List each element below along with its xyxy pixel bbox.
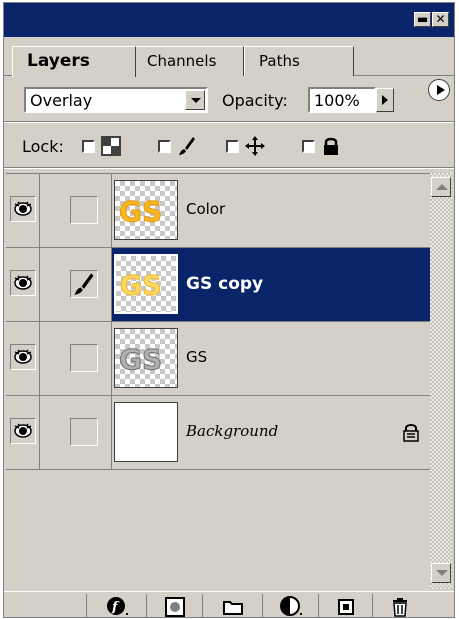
divider	[4, 121, 454, 123]
visibility-cell[interactable]	[6, 248, 40, 321]
divider	[4, 167, 454, 169]
new-set-button[interactable]	[202, 594, 262, 617]
palette-bottom-toolbar: f	[4, 591, 454, 617]
layer-row-background[interactable]: Background	[6, 396, 430, 470]
layer-thumbnail	[114, 402, 178, 462]
palette-tabs: Paths Channels Layers	[4, 37, 454, 101]
brush-lock-icon	[179, 137, 195, 155]
close-button[interactable]: ✕	[432, 12, 449, 27]
blend-mode-value: Overlay	[30, 91, 93, 110]
eye-icon	[14, 423, 32, 438]
new-layer-icon	[337, 599, 354, 615]
dropdown-arrow-button[interactable]	[185, 90, 205, 110]
opacity-slider-button[interactable]	[376, 88, 394, 112]
layer-thumbnail: GS	[114, 254, 178, 314]
blend-mode-select[interactable]: Overlay	[24, 87, 208, 113]
link-toggle[interactable]	[70, 196, 98, 224]
chevron-down-icon	[191, 98, 201, 103]
lock-brush-checkbox[interactable]	[158, 140, 171, 153]
brush-icon	[74, 273, 94, 295]
padlock-icon	[324, 137, 338, 155]
new-set-icon	[222, 601, 243, 615]
tab-layers[interactable]: Layers	[12, 46, 136, 77]
visibility-toggle[interactable]	[10, 344, 36, 370]
chevron-up-icon	[436, 184, 448, 190]
svg-text:GS: GS	[119, 343, 162, 376]
link-cell[interactable]	[40, 248, 112, 321]
move-lock-icon	[245, 136, 265, 156]
opacity-label: Opacity:	[222, 91, 288, 110]
visibility-cell[interactable]	[6, 396, 40, 469]
layer-row-color[interactable]: GS Color	[6, 174, 430, 248]
svg-text:GS: GS	[120, 271, 162, 302]
add-mask-button[interactable]	[146, 594, 202, 617]
svg-text:GS: GS	[119, 195, 162, 228]
eye-icon	[14, 275, 32, 290]
lock-options-row: Lock:	[4, 127, 454, 165]
link-toggle[interactable]	[70, 344, 98, 372]
tab-channels[interactable]: Channels	[132, 46, 244, 76]
light-gold-logo-icon: GS	[119, 270, 162, 302]
visibility-cell[interactable]	[6, 322, 40, 395]
add-layer-style-button[interactable]: f	[86, 594, 146, 617]
add-layer-style-icon: f	[106, 597, 128, 615]
transparency-lock-icon	[101, 136, 121, 156]
minimize-button[interactable]: ▬	[414, 12, 431, 27]
layer-name[interactable]: GS copy	[186, 274, 263, 294]
layer-name[interactable]: GS	[186, 348, 207, 366]
layers-list: GS Color GS GS copy GS GS Background	[6, 173, 430, 589]
tab-paths[interactable]: Paths	[244, 46, 354, 76]
new-adjustment-layer-icon	[279, 596, 302, 616]
visibility-toggle[interactable]	[10, 418, 36, 444]
layer-thumbnail: GS	[114, 328, 178, 388]
opacity-value: 100%	[314, 91, 360, 110]
delete-layer-button[interactable]	[372, 594, 426, 617]
blend-options-row: Overlay Opacity: 100%	[4, 81, 454, 119]
lock-all-checkbox[interactable]	[302, 140, 315, 153]
layer-name[interactable]: Background	[186, 422, 278, 440]
lock-label: Lock:	[22, 137, 64, 156]
link-cell[interactable]	[40, 396, 112, 469]
lock-transparency-checkbox[interactable]	[82, 140, 95, 153]
padlock-icon	[403, 424, 419, 442]
opacity-input[interactable]: 100%	[308, 87, 376, 113]
layer-row-gs-copy[interactable]: GS GS copy	[6, 248, 430, 322]
chevron-down-icon	[436, 570, 448, 576]
visibility-toggle[interactable]	[10, 196, 36, 222]
new-adjustment-layer-button[interactable]	[262, 594, 318, 617]
link-cell[interactable]	[40, 174, 112, 247]
layer-thumbnail: GS	[114, 180, 178, 240]
trash-icon	[392, 598, 407, 617]
eye-icon	[14, 349, 32, 364]
visibility-toggle[interactable]	[10, 270, 36, 296]
link-cell[interactable]	[40, 322, 112, 395]
link-toggle[interactable]	[70, 418, 98, 446]
layer-name[interactable]: Color	[186, 200, 225, 218]
eye-icon	[14, 201, 32, 216]
scroll-up-button[interactable]	[431, 177, 451, 197]
layers-scrollbar[interactable]	[430, 173, 452, 589]
scroll-down-button[interactable]	[431, 563, 451, 583]
lock-move-checkbox[interactable]	[226, 140, 239, 153]
layers-palette: ▬ ✕ Paths Channels Layers Overlay Opacit…	[3, 2, 455, 618]
add-mask-icon	[164, 597, 185, 617]
palette-title-bar[interactable]: ▬ ✕	[4, 3, 454, 37]
visibility-cell[interactable]	[6, 174, 40, 247]
arrow-right-icon	[382, 95, 388, 105]
layer-row-gs[interactable]: GS GS	[6, 322, 430, 396]
link-toggle[interactable]	[70, 270, 98, 298]
gold-logo-icon: GS	[119, 195, 163, 229]
grey-logo-icon: GS	[119, 343, 163, 377]
new-layer-button[interactable]	[318, 594, 372, 617]
